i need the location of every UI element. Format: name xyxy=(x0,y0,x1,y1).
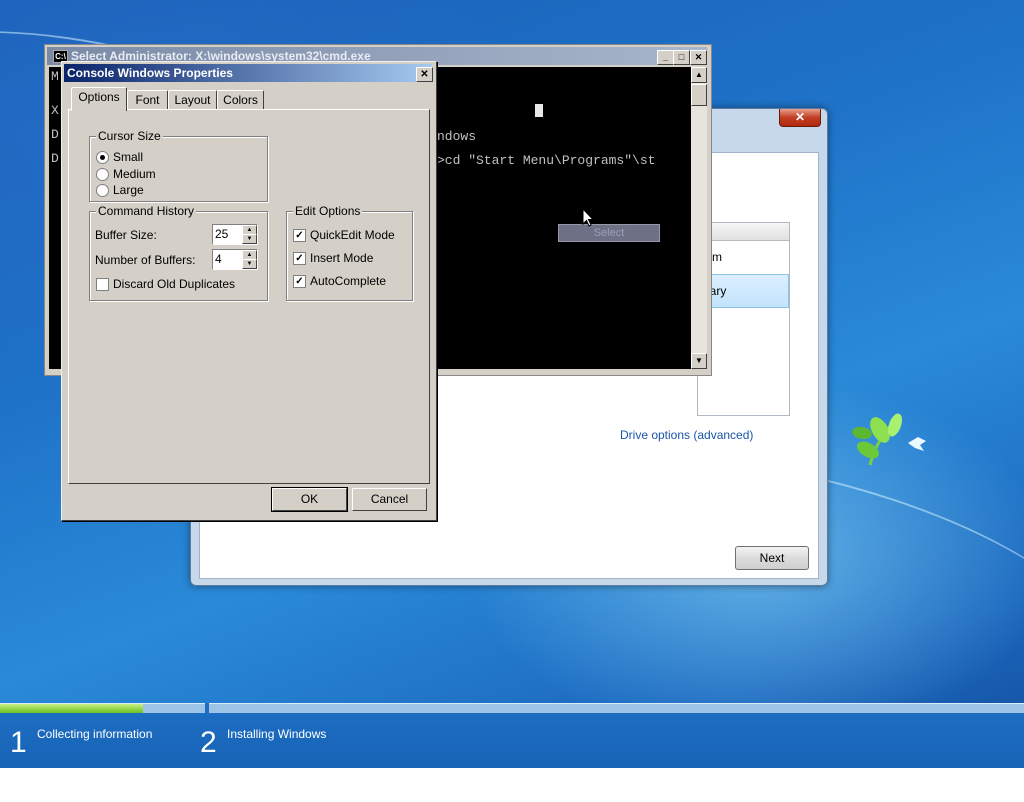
console-line: >cd "Start Menu\Programs"\st xyxy=(437,153,656,168)
console-scrollbar[interactable]: ▲ ▼ xyxy=(691,67,707,369)
scroll-thumb[interactable] xyxy=(691,84,707,106)
tab-font[interactable]: Font xyxy=(127,90,168,110)
tab-options[interactable]: Options xyxy=(71,87,127,111)
console-char: X xyxy=(51,103,59,118)
cursor-medium-label[interactable]: Medium xyxy=(113,167,156,181)
next-button[interactable]: Next xyxy=(735,546,809,570)
cursor-small-radio[interactable] xyxy=(96,151,109,164)
scroll-down-arrow-icon[interactable]: ▼ xyxy=(691,353,707,369)
minimize-button[interactable]: _ xyxy=(657,50,674,65)
num-buffers-label: Number of Buffers: xyxy=(95,253,196,267)
step-number: 1 xyxy=(10,726,27,759)
spin-down-icon[interactable]: ▼ xyxy=(242,234,257,244)
props-title-bar[interactable]: Console Windows Properties ✕ xyxy=(64,64,433,82)
quickedit-checkbox[interactable]: ✓ xyxy=(293,229,306,242)
cancel-button[interactable]: Cancel xyxy=(352,488,427,511)
edit-options-title: Edit Options xyxy=(293,204,363,218)
cursor-size-title: Cursor Size xyxy=(96,129,163,143)
props-title: Console Windows Properties xyxy=(67,66,233,80)
options-panel: Cursor Size Small Medium Large Command H… xyxy=(68,109,430,484)
progress-track-step1 xyxy=(0,703,205,713)
setup-progress-bar xyxy=(0,703,1024,768)
console-char: M xyxy=(51,69,59,84)
edit-options-group: Edit Options ✓ QuickEdit Mode ✓ Insert M… xyxy=(286,204,413,301)
console-properties-dialog: Console Windows Properties ✕ Options Fon… xyxy=(61,61,437,521)
mouse-pointer-icon xyxy=(582,208,595,227)
command-history-title: Command History xyxy=(96,204,197,218)
console-line: ndows xyxy=(437,129,477,144)
num-buffers-value[interactable]: 4 xyxy=(215,252,222,266)
step-label: Collecting information xyxy=(37,727,153,741)
buffer-size-value[interactable]: 25 xyxy=(215,227,228,241)
setup-close-button[interactable]: ✕ xyxy=(779,109,821,127)
drive-options-link[interactable]: Drive options (advanced) xyxy=(620,428,753,442)
insert-mode-checkbox[interactable]: ✓ xyxy=(293,252,306,265)
cursor-medium-radio[interactable] xyxy=(96,168,109,181)
maximize-button[interactable]: □ xyxy=(673,50,690,65)
windows-logo-icon xyxy=(852,413,926,466)
console-char: D xyxy=(51,127,59,142)
command-history-group: Command History Buffer Size: 25 ▲ ▼ Numb… xyxy=(89,204,268,301)
cursor-size-group: Cursor Size Small Medium Large xyxy=(89,129,268,202)
props-close-button[interactable]: ✕ xyxy=(416,67,433,82)
spin-down-icon[interactable]: ▼ xyxy=(242,259,257,269)
buffer-size-stepper[interactable]: 25 ▲ ▼ xyxy=(212,224,258,245)
context-menu-item[interactable]: Select xyxy=(558,224,660,242)
discard-duplicates-label[interactable]: Discard Old Duplicates xyxy=(113,277,235,291)
quickedit-label[interactable]: QuickEdit Mode xyxy=(310,228,395,242)
insert-mode-label[interactable]: Insert Mode xyxy=(310,251,373,265)
console-char: D xyxy=(51,151,59,166)
tab-colors[interactable]: Colors xyxy=(217,90,264,110)
autocomplete-checkbox[interactable]: ✓ xyxy=(293,275,306,288)
progress-fill xyxy=(0,704,143,713)
autocomplete-label[interactable]: AutoComplete xyxy=(310,274,386,288)
ok-button[interactable]: OK xyxy=(271,487,348,512)
buffer-size-label: Buffer Size: xyxy=(95,228,157,242)
discard-duplicates-checkbox[interactable] xyxy=(96,278,109,291)
step-label: Installing Windows xyxy=(227,727,327,741)
tab-layout[interactable]: Layout xyxy=(168,90,217,110)
cursor-small-label[interactable]: Small xyxy=(113,150,143,164)
num-buffers-stepper[interactable]: 4 ▲ ▼ xyxy=(212,249,258,270)
console-cursor xyxy=(535,104,543,117)
scroll-up-arrow-icon[interactable]: ▲ xyxy=(691,67,707,83)
step-number: 2 xyxy=(200,726,217,759)
cursor-large-label[interactable]: Large xyxy=(113,183,144,197)
cursor-large-radio[interactable] xyxy=(96,184,109,197)
close-button[interactable]: ✕ xyxy=(690,50,707,65)
progress-track-step2 xyxy=(209,703,1024,713)
